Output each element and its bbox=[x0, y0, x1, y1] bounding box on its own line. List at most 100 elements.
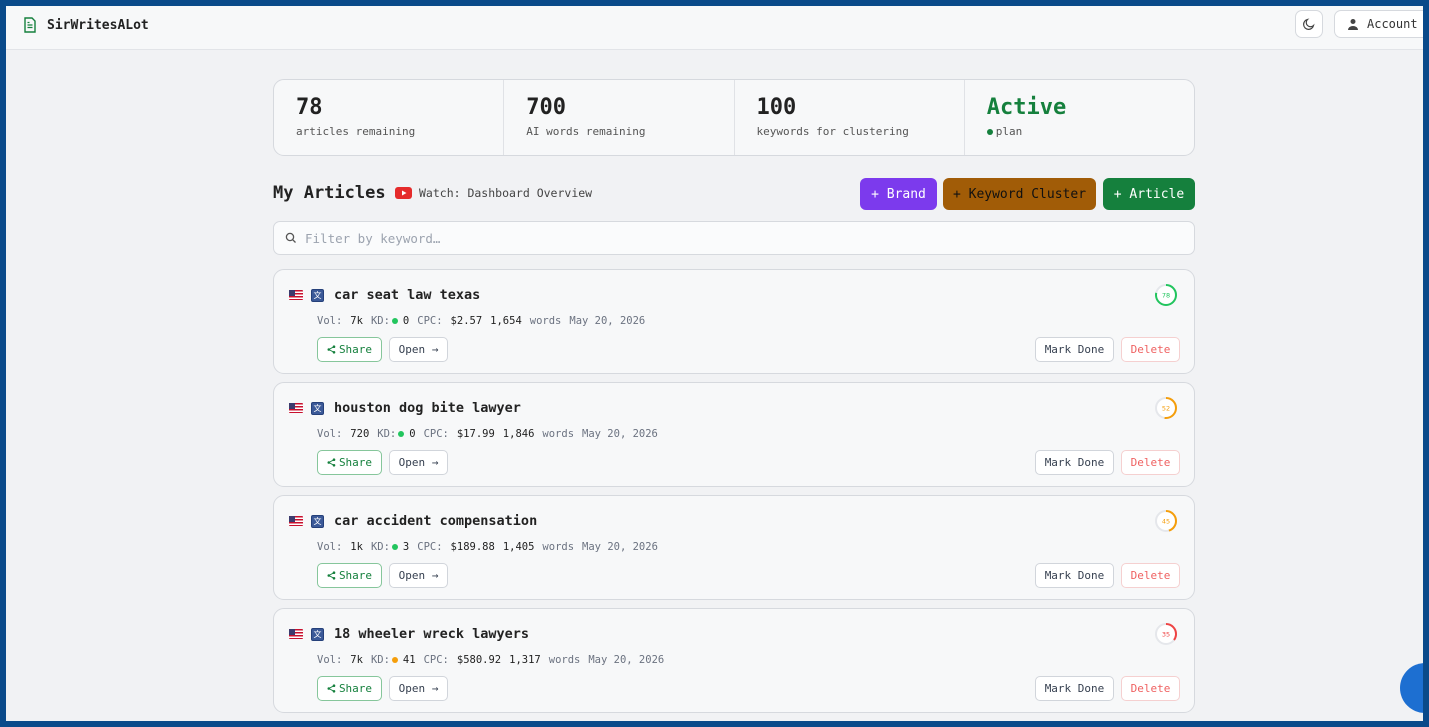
article-meta: Vol: 7k KD: 41 CPC: $580.92 1,317 words May 20, … bbox=[317, 654, 664, 666]
cpc-value: $17.99 bbox=[456, 428, 495, 440]
share-button[interactable]: Share bbox=[317, 337, 382, 362]
vol-value: 7k bbox=[350, 315, 363, 327]
kd-label: KD: bbox=[370, 315, 390, 327]
share-icon bbox=[327, 571, 336, 580]
article-title[interactable]: car accident compensation bbox=[334, 513, 537, 529]
kd-group: KD: 0 bbox=[377, 428, 415, 440]
score-ring-icon: 35 bbox=[1155, 623, 1177, 645]
vol-label: Vol: bbox=[317, 654, 343, 666]
kd-label: KD: bbox=[370, 541, 390, 553]
share-label: Share bbox=[338, 682, 373, 695]
article-title[interactable]: houston dog bite lawyer bbox=[334, 400, 521, 416]
cpc-label: CPC: bbox=[417, 541, 443, 553]
add-brand-button[interactable]: + Brand bbox=[860, 178, 937, 210]
article-title[interactable]: car seat law texas bbox=[334, 287, 480, 303]
cpc-label: CPC: bbox=[423, 654, 449, 666]
share-icon bbox=[327, 684, 336, 693]
words-label: words bbox=[542, 428, 575, 440]
stat-value: 700 bbox=[526, 95, 566, 120]
stat-label: keywords for clustering bbox=[756, 125, 909, 138]
stat-plan: Active plan bbox=[965, 80, 1194, 155]
article-header: 文 car seat law texas bbox=[289, 287, 480, 303]
account-button[interactable]: Account bbox=[1334, 10, 1423, 38]
delete-button[interactable]: Delete bbox=[1121, 676, 1180, 701]
stat-ai-words: 700 AI words remaining bbox=[504, 80, 735, 155]
mark-done-button[interactable]: Mark Done bbox=[1035, 676, 1114, 701]
open-button[interactable]: Open → bbox=[389, 676, 448, 701]
open-button[interactable]: Open → bbox=[389, 337, 448, 362]
youtube-icon bbox=[395, 187, 412, 199]
vol-value: 1k bbox=[350, 541, 363, 553]
delete-button[interactable]: Delete bbox=[1121, 450, 1180, 475]
kd-dot bbox=[391, 544, 398, 550]
vol-label: Vol: bbox=[317, 428, 343, 440]
delete-button[interactable]: Delete bbox=[1121, 337, 1180, 362]
share-label: Share bbox=[338, 343, 373, 356]
mark-done-button[interactable]: Mark Done bbox=[1035, 450, 1114, 475]
open-button[interactable]: Open → bbox=[389, 450, 448, 475]
open-button[interactable]: Open → bbox=[389, 563, 448, 588]
app-logo[interactable]: SirWritesALot bbox=[23, 17, 149, 33]
plan-status: Active bbox=[986, 95, 1067, 120]
kd-dot bbox=[391, 318, 398, 324]
kd-group: KD: 41 bbox=[371, 654, 416, 666]
svg-text:45: 45 bbox=[1162, 518, 1170, 526]
stat-articles: 78 articles remaining bbox=[274, 80, 505, 155]
app-window: SirWritesALot Account 78 articles remain… bbox=[6, 6, 1423, 721]
kd-group: KD: 0 bbox=[371, 315, 409, 327]
kd-dot bbox=[398, 431, 405, 437]
stat-keywords: 100 keywords for clustering bbox=[735, 80, 965, 155]
cpc-label: CPC: bbox=[423, 428, 449, 440]
article-date: May 20, 2026 bbox=[582, 428, 658, 440]
kd-group: KD: 3 bbox=[371, 541, 409, 553]
share-icon bbox=[327, 458, 336, 467]
svg-text:52: 52 bbox=[1162, 405, 1170, 413]
article-header: 文 car accident compensation bbox=[289, 513, 537, 529]
vol-value: 720 bbox=[350, 428, 370, 440]
share-button[interactable]: Share bbox=[317, 450, 382, 475]
account-label: Account bbox=[1367, 17, 1418, 31]
kd-value: 3 bbox=[402, 541, 410, 553]
kd-value: 41 bbox=[402, 654, 416, 666]
score-ring-icon: 78 bbox=[1155, 284, 1177, 306]
us-flag-icon bbox=[289, 516, 303, 526]
theme-toggle-button[interactable] bbox=[1295, 10, 1323, 38]
search-icon bbox=[285, 232, 296, 243]
article-card: 文 houston dog bite lawyer 52 Vol: 720 KD: 0 CPC… bbox=[273, 382, 1195, 487]
stat-label: AI words remaining bbox=[526, 125, 646, 138]
score-ring-icon: 52 bbox=[1155, 397, 1177, 419]
article-meta: Vol: 720 KD: 0 CPC: $17.99 1,846 words May 20, 2… bbox=[317, 428, 658, 440]
filter-input[interactable] bbox=[305, 230, 1194, 246]
share-button[interactable]: Share bbox=[317, 563, 382, 588]
article-title[interactable]: 18 wheeler wreck lawyers bbox=[334, 626, 529, 642]
language-icon: 文 bbox=[311, 288, 324, 302]
word-count: 1,405 bbox=[502, 541, 535, 553]
article-card: 文 car accident compensation 45 Vol: 1k KD: 3 CP… bbox=[273, 495, 1195, 600]
add-keyword-cluster-button[interactable]: + Keyword Cluster bbox=[943, 178, 1096, 210]
moon-icon bbox=[1303, 18, 1315, 30]
language-icon: 文 bbox=[311, 627, 324, 641]
usage-stats: 78 articles remaining 700 AI words remai… bbox=[273, 79, 1195, 156]
kd-value: 0 bbox=[402, 315, 410, 327]
us-flag-icon bbox=[289, 290, 303, 300]
kd-value: 0 bbox=[409, 428, 416, 440]
status-dot bbox=[986, 129, 993, 135]
cpc-value: $189.88 bbox=[450, 541, 495, 553]
mark-done-button[interactable]: Mark Done bbox=[1035, 337, 1114, 362]
vol-label: Vol: bbox=[317, 315, 343, 327]
share-button[interactable]: Share bbox=[317, 676, 382, 701]
chat-widget-button[interactable] bbox=[1400, 663, 1423, 713]
plan-label: plan bbox=[995, 125, 1023, 138]
add-article-button[interactable]: + Article bbox=[1103, 178, 1195, 210]
mark-done-button[interactable]: Mark Done bbox=[1035, 563, 1114, 588]
watch-video-link[interactable]: Watch: Dashboard Overview bbox=[395, 186, 592, 200]
us-flag-icon bbox=[289, 403, 303, 413]
stat-value: 100 bbox=[756, 95, 797, 120]
user-icon bbox=[1348, 19, 1358, 30]
delete-button[interactable]: Delete bbox=[1121, 563, 1180, 588]
svg-text:35: 35 bbox=[1162, 631, 1170, 639]
article-meta: Vol: 7k KD: 0 CPC: $2.57 1,654 words May 20, 202… bbox=[317, 315, 645, 327]
word-count: 1,654 bbox=[490, 315, 522, 327]
article-meta: Vol: 1k KD: 3 CPC: $189.88 1,405 words May 20, 2… bbox=[317, 541, 658, 553]
language-icon: 文 bbox=[311, 514, 324, 528]
